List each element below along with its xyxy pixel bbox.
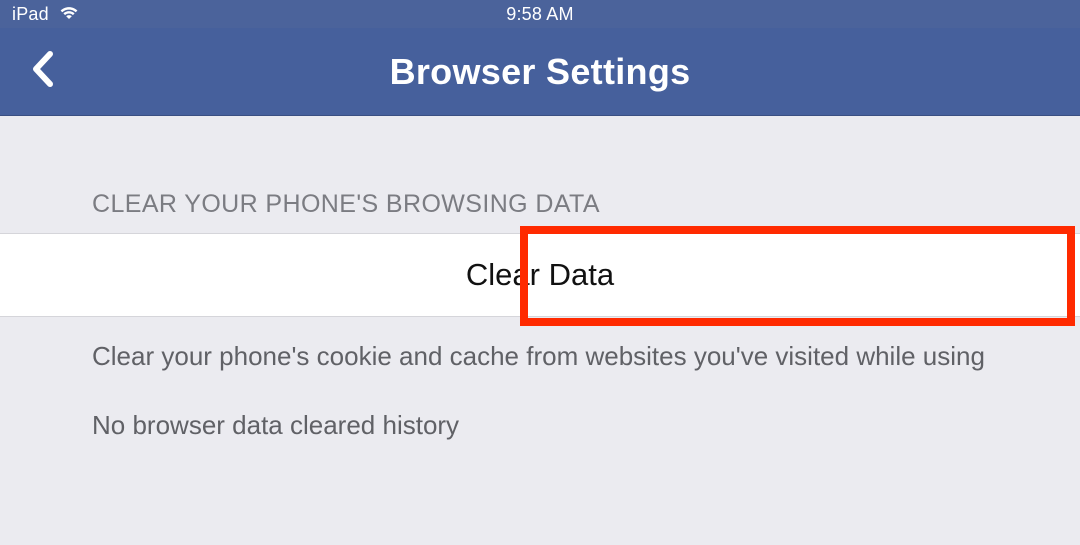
device-label: iPad xyxy=(12,4,49,25)
page-title: Browser Settings xyxy=(0,51,1080,93)
clear-data-label: Clear Data xyxy=(466,257,614,293)
history-note: No browser data cleared history xyxy=(92,406,988,445)
content-area: CLEAR YOUR PHONE'S BROWSING DATA Clear D… xyxy=(0,116,1080,475)
clock: 9:58 AM xyxy=(0,4,1080,25)
section-footer: Clear your phone's cookie and cache from… xyxy=(0,317,1080,445)
clear-data-row[interactable]: Clear Data xyxy=(0,233,1080,317)
section-header: CLEAR YOUR PHONE'S BROWSING DATA xyxy=(0,116,1080,233)
section-description: Clear your phone's cookie and cache from… xyxy=(92,337,988,376)
status-bar: iPad 9:58 AM xyxy=(0,0,1080,28)
wifi-icon xyxy=(59,4,79,25)
nav-bar: Browser Settings xyxy=(0,28,1080,116)
